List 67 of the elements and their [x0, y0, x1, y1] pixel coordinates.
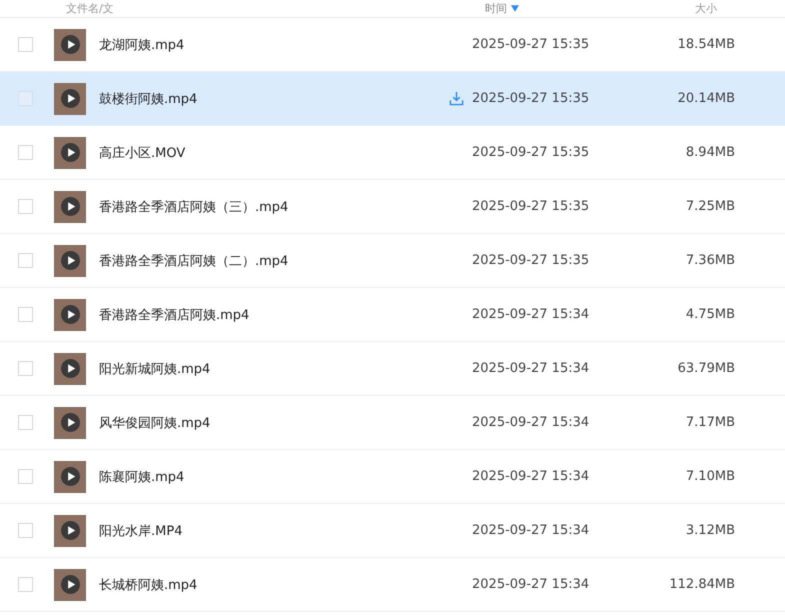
- file-row[interactable]: 阳光水岸.MP4 2025-09-27 15:34 3.12MB: [0, 504, 785, 558]
- file-row[interactable]: 阳光新城阿姨.mp4 2025-09-27 15:34 63.79MB: [0, 342, 785, 396]
- file-row[interactable]: 高庄小区.MOV 2025-09-27 15:35 8.94MB: [0, 126, 785, 180]
- file-row[interactable]: 香港路全季酒店阿姨（三）.mp4 2025-09-27 15:35 7.25MB: [0, 180, 785, 234]
- file-row[interactable]: 香港路全季酒店阿姨.mp4 2025-09-27 15:34 4.75MB: [0, 288, 785, 342]
- file-time: 2025-09-27 15:34: [472, 523, 590, 538]
- checkbox[interactable]: [18, 415, 33, 430]
- file-time: 2025-09-27 15:35: [472, 253, 590, 268]
- checkbox[interactable]: [18, 361, 33, 376]
- play-icon: [60, 575, 80, 594]
- file-row[interactable]: 长城桥阿姨.mp4 2025-09-27 15:34 112.84MB: [0, 558, 785, 612]
- checkbox[interactable]: [18, 145, 33, 160]
- file-size: 63.79MB: [676, 361, 735, 376]
- file-size: 7.17MB: [684, 415, 735, 430]
- play-icon: [60, 305, 80, 324]
- file-time: 2025-09-27 15:35: [472, 91, 590, 106]
- play-icon: [60, 251, 80, 270]
- file-time: 2025-09-27 15:34: [472, 469, 590, 484]
- file-name[interactable]: 阳光新城阿姨.mp4: [99, 360, 449, 378]
- file-name[interactable]: 陈襄阿姨.mp4: [99, 468, 449, 486]
- file-row[interactable]: 陈襄阿姨.mp4 2025-09-27 15:34 7.10MB: [0, 450, 785, 504]
- file-size: 7.10MB: [684, 469, 735, 484]
- file-name[interactable]: 风华俊园阿姨.mp4: [99, 414, 449, 432]
- checkbox[interactable]: [18, 469, 33, 484]
- file-size: 112.84MB: [668, 577, 735, 592]
- play-icon: [60, 359, 80, 378]
- file-name[interactable]: 香港路全季酒店阿姨.mp4: [99, 306, 449, 324]
- play-icon: [60, 467, 80, 486]
- file-time: 2025-09-27 15:34: [472, 415, 590, 430]
- checkbox[interactable]: [18, 253, 33, 268]
- sort-arrow-icon[interactable]: [511, 5, 519, 12]
- file-name[interactable]: 阳光水岸.MP4: [99, 522, 449, 540]
- file-time: 2025-09-27 15:35: [472, 145, 590, 160]
- file-time: 2025-09-27 15:34: [472, 577, 590, 592]
- checkbox[interactable]: [18, 307, 33, 322]
- checkbox[interactable]: [18, 577, 33, 592]
- play-icon: [60, 197, 80, 216]
- file-row[interactable]: 香港路全季酒店阿姨（二）.mp4 2025-09-27 15:35 7.36MB: [0, 234, 785, 288]
- file-size: 7.36MB: [684, 253, 735, 268]
- play-icon: [60, 143, 80, 162]
- column-header[interactable]: 时间: [485, 1, 507, 16]
- file-name[interactable]: 香港路全季酒店阿姨（二）.mp4: [99, 252, 449, 270]
- checkbox[interactable]: [18, 523, 33, 538]
- file-name[interactable]: 龙湖阿姨.mp4: [99, 36, 449, 54]
- file-time: 2025-09-27 15:35: [472, 37, 590, 52]
- file-size: 8.94MB: [684, 145, 735, 160]
- play-icon: [60, 35, 80, 54]
- play-icon: [60, 89, 80, 108]
- file-name[interactable]: 长城桥阿姨.mp4: [99, 576, 449, 594]
- file-name[interactable]: 鼓楼街阿姨.mp4: [99, 90, 449, 108]
- file-size: 18.54MB: [676, 37, 735, 52]
- checkbox[interactable]: [18, 199, 33, 214]
- file-size: 3.12MB: [684, 523, 735, 538]
- file-time: 2025-09-27 15:34: [472, 307, 590, 322]
- file-time: 2025-09-27 15:34: [472, 361, 590, 376]
- file-row[interactable]: 鼓楼街阿姨.mp4 2025-09-27 15:35 20.14MB: [0, 72, 785, 126]
- download-icon[interactable]: [449, 91, 464, 106]
- file-size: 20.14MB: [676, 91, 735, 106]
- checkbox[interactable]: [18, 37, 33, 52]
- file-name[interactable]: 高庄小区.MOV: [99, 144, 449, 162]
- play-icon: [60, 413, 80, 432]
- file-time: 2025-09-27 15:35: [472, 199, 590, 214]
- file-size: 7.25MB: [684, 199, 735, 214]
- file-name[interactable]: 香港路全季酒店阿姨（三）.mp4: [99, 198, 449, 216]
- play-icon: [60, 521, 80, 540]
- file-size: 4.75MB: [684, 307, 735, 322]
- file-row[interactable]: 风华俊园阿姨.mp4 2025-09-27 15:34 7.17MB: [0, 396, 785, 450]
